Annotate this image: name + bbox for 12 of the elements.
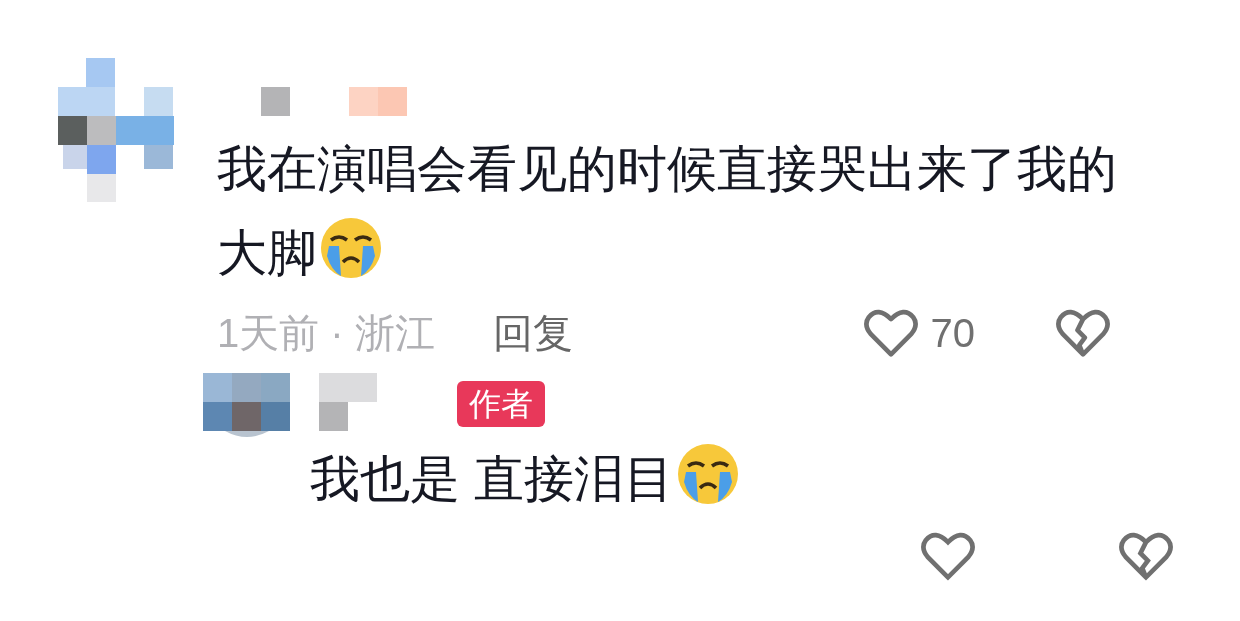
author-badge: 作者 bbox=[457, 381, 545, 427]
comment-time-location: 1天前 · 浙江 bbox=[217, 309, 435, 357]
crying-face-icon bbox=[675, 442, 740, 506]
comment-text: 我在演唱会看见的时候直接哭出来了我的大脚 bbox=[217, 140, 1118, 283]
broken-heart-icon[interactable] bbox=[1055, 308, 1111, 358]
reply-text: 我也是 直接泪目 bbox=[310, 437, 1240, 521]
heart-icon[interactable] bbox=[920, 531, 976, 581]
like-button[interactable]: 70 bbox=[862, 308, 975, 358]
crying-face-icon bbox=[319, 216, 383, 280]
broken-heart-icon[interactable] bbox=[1118, 531, 1174, 581]
reply-button[interactable]: 回复 bbox=[492, 305, 573, 361]
pixelated-username bbox=[319, 373, 377, 431]
